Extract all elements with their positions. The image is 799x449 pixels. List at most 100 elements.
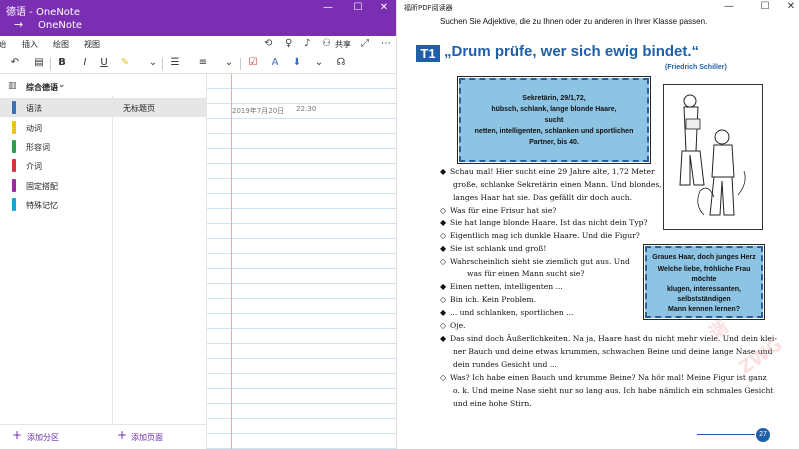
section-color-tab — [12, 121, 16, 134]
section-color-tab — [12, 140, 16, 153]
toolbar-divider — [240, 58, 241, 70]
section-item[interactable]: 形容词 — [0, 137, 112, 156]
tab-draw[interactable]: 绘图 — [53, 39, 69, 50]
bold-icon[interactable]: B — [55, 57, 69, 68]
window-title: 德语 - OneNote — [6, 7, 80, 18]
section-item[interactable]: 动词 — [0, 118, 112, 137]
chevron-down-icon[interactable]: ⌄ — [222, 57, 236, 68]
page-item[interactable]: 无标题页 — [113, 98, 207, 117]
plus-icon[interactable]: + — [117, 428, 127, 442]
dialog-marker: ◆ — [440, 244, 447, 253]
page-number: 27 — [756, 428, 770, 442]
dialog-line: Einen netten, intelligenten ... — [450, 282, 563, 291]
section-label: 介词 — [26, 162, 42, 171]
chevron-down-icon[interactable]: ⌄ — [146, 57, 160, 68]
maximize-button[interactable]: ☐ — [352, 2, 364, 13]
section-item[interactable]: 特殊记忆 — [0, 195, 112, 214]
onenote-footer: + 添加分区 + 添加页面 — [0, 424, 206, 449]
toolbar-divider — [162, 58, 163, 70]
add-page-button[interactable]: 添加页面 — [131, 432, 163, 443]
dialog-marker: ◆ — [440, 334, 447, 343]
expand-icon[interactable]: ⤢ — [361, 38, 369, 49]
maximize-button[interactable]: ☐ — [759, 1, 771, 12]
ad-heading: Graues Haar, doch junges Herz — [652, 254, 756, 261]
page-heading: „Drum prüfe, wer sich ewig bindet.“ — [444, 43, 700, 60]
share-button[interactable]: 共享 — [335, 39, 351, 50]
forward-arrow-icon[interactable]: → — [14, 18, 23, 31]
section-item[interactable]: 固定搭配 — [0, 176, 112, 195]
dialog-line: Sie ist schlank und groß! — [450, 244, 547, 253]
more-icon[interactable]: ⋯ — [381, 38, 391, 49]
undo-icon[interactable]: ↶ — [8, 57, 22, 68]
page-title: 无标题页 — [123, 104, 155, 113]
dialog-marker: ◇ — [440, 373, 447, 382]
pdf-reader-window: 福昕PDF阅读器 — ☐ ✕ Suchen Sie Adjektive, die… — [396, 0, 799, 449]
cartoon-illustration — [663, 84, 763, 230]
dialog-marker: ◇ — [440, 295, 447, 304]
close-button[interactable]: ✕ — [785, 1, 797, 12]
add-section-button[interactable]: 添加分区 — [27, 432, 59, 443]
section-color-tab — [12, 198, 16, 211]
section-label: 固定搭配 — [26, 182, 58, 191]
dialog-line: große, schlanke Sekretärin einen Mann. U… — [453, 180, 662, 189]
section-color-tab — [12, 101, 16, 114]
app-name: OneNote — [38, 20, 83, 31]
dialog-line: o. k. Und meine Nase sieht nur so lang a… — [453, 386, 774, 395]
chevron-down-icon[interactable]: ⌄ — [312, 57, 326, 68]
tab-insert[interactable]: 插入 — [22, 39, 38, 50]
dialog-line: dein rundes Gesicht und ... — [453, 360, 557, 369]
tab-view[interactable]: 视图 — [84, 39, 100, 50]
section-label: 特殊记忆 — [26, 201, 58, 210]
ad-line: sucht — [544, 117, 564, 124]
ad-line: möchte — [691, 276, 717, 283]
clipboard-icon[interactable]: ▤ — [32, 57, 46, 68]
dialog-line: Eigentlich mag ich dunkle Haare. Und die… — [450, 231, 640, 240]
dialog-line: und eine hohe Stirn. — [453, 399, 532, 408]
minimize-button[interactable]: — — [723, 1, 735, 12]
minimize-button[interactable]: — — [322, 2, 334, 13]
format-painter-icon[interactable]: A — [268, 57, 282, 68]
dialog-line: ... und schlanken, sportlichen ... — [450, 308, 574, 317]
dialog-line: Oje. — [450, 321, 466, 330]
dialog-marker: ◇ — [440, 231, 447, 240]
onenote-title-bar: 德语 - OneNote — ☐ ✕ → OneNote — [0, 0, 396, 36]
share-icon[interactable]: ⚇ — [322, 38, 331, 49]
tab-home[interactable]: 始 — [0, 39, 6, 50]
dictate-icon[interactable]: ☊ — [334, 57, 348, 68]
note-canvas[interactable] — [206, 74, 396, 449]
dialog-line: ner Bauch und deine etwas krummen, schwa… — [453, 347, 773, 356]
pdf-title-bar: 福昕PDF阅读器 — ☐ ✕ — [397, 0, 799, 16]
font-color-icon[interactable]: ⬇ — [290, 57, 304, 68]
ribbon-tabs: 始 插入 绘图 视图 ⟲ ♀ ♪ ⚇ 共享 ⤢ ⋯ — [0, 36, 396, 54]
dialog-marker: ◆ — [440, 308, 447, 317]
close-button[interactable]: ✕ — [378, 2, 390, 13]
cartoon-drawing — [679, 94, 746, 216]
highlight-icon[interactable]: ✎ — [118, 57, 132, 68]
dialog-line: Was für eine Frisur hat sie? — [450, 206, 557, 215]
todo-tag-icon[interactable]: ☑ — [246, 57, 260, 68]
chevron-down-icon: ⌄ — [58, 80, 66, 90]
sync-icon[interactable]: ⟲ — [264, 38, 272, 49]
underline-icon[interactable]: U — [97, 57, 111, 68]
dialog-line: Bin ich. Kein Problem. — [450, 295, 537, 304]
dialog-line: Wahrscheinlich sieht sie ziemlich gut au… — [450, 257, 630, 266]
plus-icon[interactable]: + — [12, 428, 22, 442]
page-list: 无标题页 — [112, 96, 207, 426]
pdf-page: Suchen Sie Adjektive, die zu Ihnen oder … — [397, 16, 799, 449]
notebook-name: 综合德语 — [26, 83, 58, 92]
quote-author: (Friedrich Schiller) — [665, 64, 727, 71]
bell-icon[interactable]: ♪ — [304, 38, 310, 49]
section-label: 动词 — [26, 124, 42, 133]
numbered-list-icon[interactable]: ≡ — [196, 57, 210, 68]
section-item[interactable]: 语法 — [0, 98, 112, 117]
dialog-marker: ◇ — [440, 257, 447, 266]
dialog-line: langes Haar hat sie. Das gefällt dir doc… — [453, 193, 633, 202]
dialog-marker: ◆ — [440, 218, 447, 227]
italic-icon[interactable]: I — [78, 57, 92, 68]
dialog-marker: ◇ — [440, 206, 447, 215]
bullet-list-icon[interactable]: ☰ — [168, 57, 182, 68]
section-label: 语法 — [26, 104, 42, 113]
notebook-selector[interactable]: ▥ 综合德语 ⌄ — [0, 76, 206, 96]
lightbulb-icon[interactable]: ♀ — [285, 38, 292, 49]
section-item[interactable]: 介词 — [0, 156, 112, 175]
